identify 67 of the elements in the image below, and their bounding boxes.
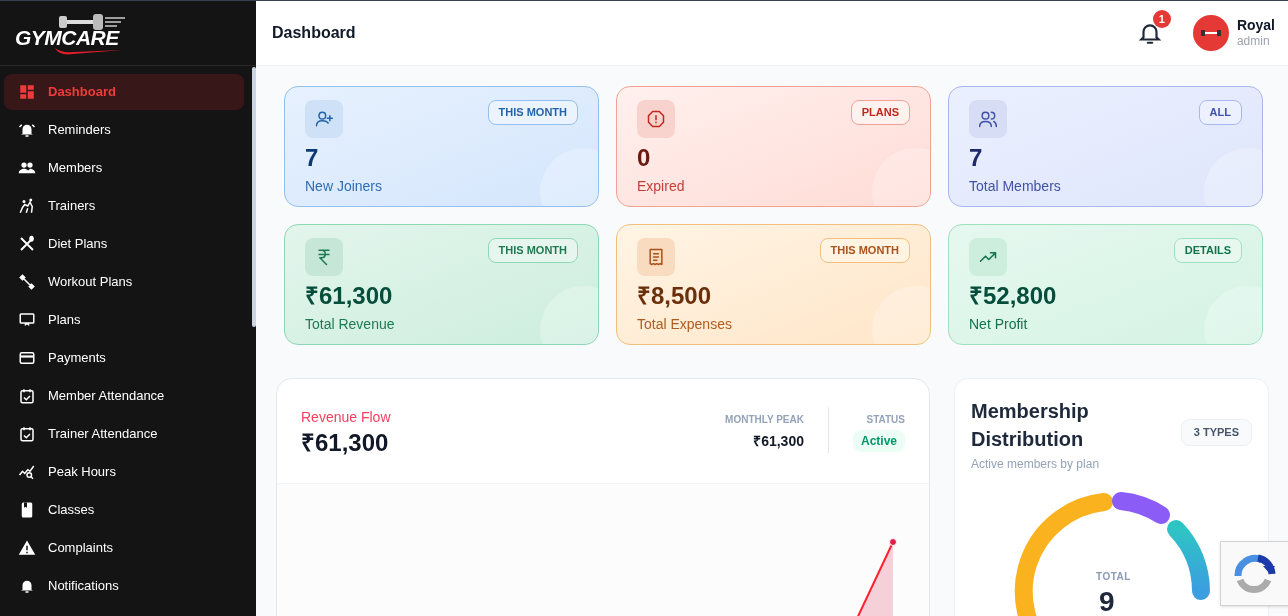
sidebar-item[interactable]: Peak Hours	[4, 454, 244, 490]
sidebar-item[interactable]: Reminders	[4, 112, 244, 148]
stat-value: ₹61,300	[305, 284, 394, 308]
page-title: Dashboard	[272, 23, 357, 43]
revenue-flow-title: Revenue Flow	[301, 408, 392, 427]
stat-value: ₹52,800	[969, 284, 1058, 308]
stat-label: New Joiners	[305, 177, 384, 196]
warning-icon	[18, 539, 36, 557]
calendar-check-icon	[18, 425, 36, 443]
stat-label: Total Members	[969, 177, 1062, 196]
monitor-icon	[18, 311, 36, 329]
stat-value: 0	[637, 146, 652, 170]
monthly-peak-label: MONTHLY PEAK	[725, 413, 804, 427]
user-name: Royal	[1236, 16, 1275, 35]
stat-value: 7	[969, 146, 984, 170]
sidebar-item[interactable]: Trainers	[4, 188, 244, 224]
user-role: admin	[1236, 34, 1271, 50]
sidebar-item[interactable]: Notifications	[4, 568, 244, 604]
stat-label: Expired	[637, 177, 686, 196]
card-icon	[18, 349, 36, 367]
sidebar-item[interactable]: Member Attendance	[4, 378, 244, 414]
alert-octagon-icon	[646, 109, 666, 129]
total-value: 9	[1099, 585, 1115, 616]
stat-value: ₹8,500	[637, 284, 713, 308]
stat-label: Total Expenses	[637, 315, 733, 334]
total-label: TOTAL	[1096, 570, 1131, 584]
sidebar-item[interactable]: Workout Plans	[4, 264, 244, 300]
stat-label: Net Profit	[969, 315, 1029, 334]
sidebar-item[interactable]: Complaints	[4, 530, 244, 566]
stat-value: 7	[305, 146, 320, 170]
sidebar-item[interactable]: Trainer Attendance	[4, 416, 244, 452]
types-badge: 3 TYPES	[1180, 419, 1252, 446]
chart-search-icon	[18, 463, 36, 481]
utensils-icon	[18, 235, 36, 253]
monthly-peak-value: ₹61,300	[753, 432, 804, 451]
status-badge: Active	[852, 430, 905, 452]
sidebar-item[interactable]: Classes	[4, 492, 244, 528]
recaptcha-badge[interactable]	[1220, 541, 1288, 606]
card-tag: THIS MONTH	[487, 100, 578, 125]
scrollbar-thumb[interactable]	[252, 67, 256, 327]
user-avatar[interactable]	[1192, 15, 1229, 51]
bell-icon	[18, 121, 36, 139]
sidebar-item[interactable]: Plans	[4, 302, 244, 338]
card-tag: THIS MONTH	[819, 238, 910, 263]
card-tag: ALL	[1198, 100, 1242, 125]
dashboard-grid-icon	[18, 83, 36, 101]
dumbbell-icon	[1200, 29, 1221, 37]
notification-count: 1	[1152, 10, 1171, 28]
sidebar-item[interactable]: Members	[4, 150, 244, 186]
membership-subtitle: Active members by plan	[971, 456, 1101, 473]
sidebar-item[interactable]: Dashboard	[4, 74, 244, 110]
user-plus-icon	[314, 109, 334, 129]
membership-title: Membership Distribution	[971, 399, 1090, 452]
sidebar-item[interactable]: Payments	[4, 340, 244, 376]
card-tag: DETAILS	[1173, 238, 1242, 263]
receipt-icon	[646, 247, 666, 267]
status-label: STATUS	[866, 413, 905, 427]
calendar-check-icon	[18, 387, 36, 405]
gymcare-logo: GYMCARE	[15, 10, 127, 56]
users-icon	[978, 109, 998, 129]
card-tag: PLANS	[850, 100, 910, 125]
revenue-amount: ₹61,300	[301, 428, 390, 458]
refresh-arrows-icon	[1234, 553, 1276, 594]
sidebar-item[interactable]: Diet Plans	[4, 226, 244, 262]
stat-label: Total Revenue	[305, 315, 396, 334]
dumbbell-icon	[18, 273, 36, 291]
card-tag: THIS MONTH	[487, 238, 578, 263]
